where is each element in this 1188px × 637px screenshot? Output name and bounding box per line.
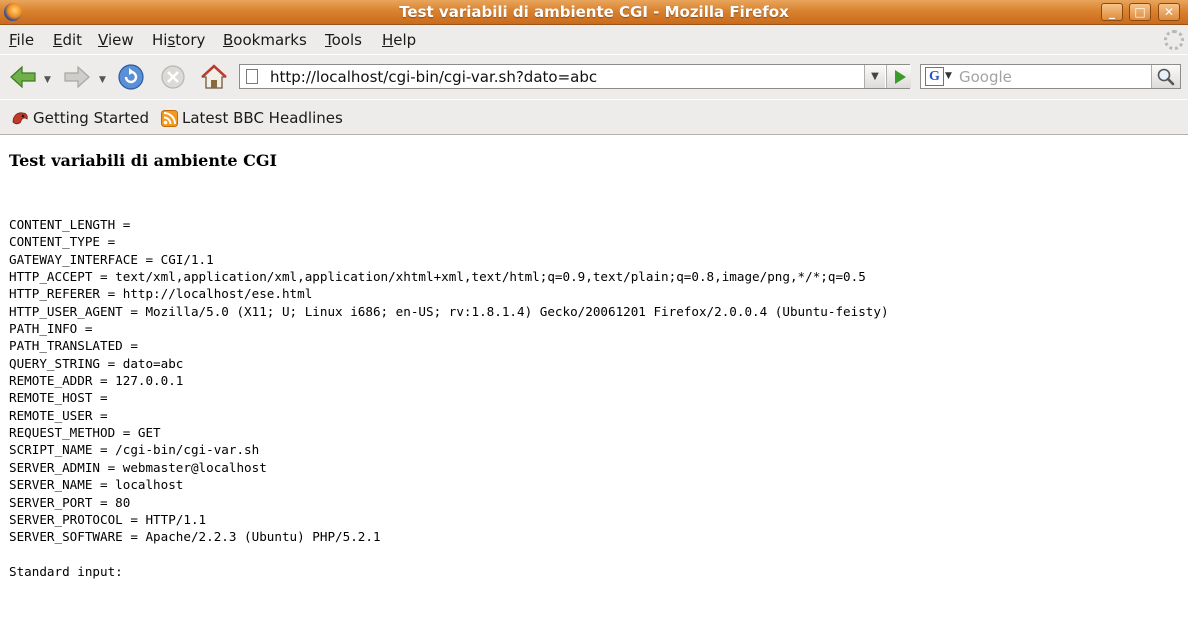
- firefox-bookmark-icon: [12, 112, 28, 125]
- bookmark-getting-started[interactable]: Getting Started: [11, 109, 149, 127]
- page-icon: [246, 69, 258, 84]
- env-variable-row: HTTP_REFERER = http://localhost/ese.html: [9, 286, 313, 302]
- url-bar[interactable]: http://localhost/cgi-bin/cgi-var.sh?dato…: [239, 64, 911, 89]
- google-logo-icon: G: [925, 67, 944, 86]
- home-button[interactable]: [199, 63, 229, 91]
- back-arrow-icon: [10, 65, 36, 89]
- env-variable-row: SCRIPT_NAME = /cgi-bin/cgi-var.sh: [9, 442, 260, 458]
- window-title: Test variabili di ambiente CGI - Mozilla…: [399, 3, 789, 21]
- back-history-dropdown[interactable]: ▼: [44, 75, 51, 85]
- env-variable-row: SERVER_NAME = localhost: [9, 477, 184, 493]
- env-variable-row: SERVER_ADMIN = webmaster@localhost: [9, 459, 267, 475]
- menu-tools[interactable]: Tools: [325, 31, 362, 49]
- page-content: Test variabili di ambiente CGI CONTENT_L…: [0, 135, 1188, 637]
- env-variable-row: HTTP_USER_AGENT = Mozilla/5.0 (X11; U; L…: [9, 303, 889, 319]
- menu-bar: File Edit View History Bookmarks Tools H…: [0, 25, 1188, 54]
- stop-icon: [161, 65, 185, 89]
- search-input[interactable]: [959, 67, 1145, 86]
- menu-edit[interactable]: Edit: [53, 31, 82, 49]
- minimize-button[interactable]: _: [1101, 3, 1123, 21]
- env-variable-row: REMOTE_HOST =: [9, 390, 108, 406]
- menu-bookmarks[interactable]: Bookmarks: [223, 31, 307, 49]
- env-variable-row: PATH_TRANSLATED =: [9, 338, 138, 354]
- env-variable-row: REMOTE_USER =: [9, 407, 108, 423]
- title-bar: Test variabili di ambiente CGI - Mozilla…: [0, 0, 1188, 25]
- search-button[interactable]: [1151, 65, 1180, 88]
- bookmarks-toolbar: Getting Started Latest BBC Headlines: [0, 100, 1188, 135]
- env-variable-row: SERVER_SOFTWARE = Apache/2.2.3 (Ubuntu) …: [9, 529, 381, 545]
- env-variable-row: REMOTE_ADDR = 127.0.0.1: [9, 373, 184, 389]
- env-variable-row: SERVER_PORT = 80: [9, 494, 131, 510]
- env-variable-row: CONTENT_TYPE =: [9, 234, 116, 250]
- env-variable-row: CONTENT_LENGTH =: [9, 217, 131, 232]
- search-bar: G ▼: [920, 64, 1181, 89]
- stop-button[interactable]: [158, 63, 188, 91]
- menu-view[interactable]: View: [98, 31, 134, 49]
- chevron-down-icon: ▼: [945, 71, 952, 81]
- menu-history[interactable]: History: [152, 31, 205, 49]
- env-variable-row: PATH_INFO =: [9, 321, 93, 337]
- env-variable-row: QUERY_STRING = dato=abc: [9, 355, 184, 371]
- url-text[interactable]: http://localhost/cgi-bin/cgi-var.sh?dato…: [270, 68, 597, 86]
- forward-history-dropdown[interactable]: ▼: [99, 75, 106, 85]
- env-variable-row: GATEWAY_INTERFACE = CGI/1.1: [9, 251, 214, 267]
- forward-button[interactable]: [60, 63, 94, 91]
- standard-input-label: Standard input:: [9, 564, 123, 579]
- env-variable-row: SERVER_PROTOCOL = HTTP/1.1: [9, 511, 207, 527]
- reload-icon: [118, 64, 144, 90]
- menu-help[interactable]: Help: [382, 31, 416, 49]
- search-engine-selector[interactable]: G ▼: [923, 67, 955, 86]
- env-variable-row: HTTP_ACCEPT = text/xml,application/xml,a…: [9, 269, 866, 285]
- maximize-button[interactable]: □: [1129, 3, 1151, 21]
- bookmark-latest-bbc-headlines[interactable]: Latest BBC Headlines: [161, 109, 343, 127]
- menu-file[interactable]: File: [9, 31, 34, 49]
- go-arrow-icon: [895, 70, 906, 84]
- reload-button[interactable]: [116, 63, 146, 91]
- throbber-icon: [1164, 30, 1184, 50]
- close-button[interactable]: ✕: [1158, 3, 1180, 21]
- env-variable-list: CONTENT_LENGTH = CONTENT_TYPE = GATEWAY_IN…: [9, 216, 889, 546]
- go-button[interactable]: [886, 65, 911, 88]
- back-button[interactable]: [6, 63, 40, 91]
- home-icon: [201, 64, 227, 89]
- page-heading: Test variabili di ambiente CGI: [9, 151, 277, 170]
- rss-feed-icon: [161, 109, 178, 127]
- url-history-dropdown[interactable]: ▼: [864, 65, 885, 88]
- magnifier-icon: [1157, 68, 1175, 86]
- env-variable-row: REQUEST_METHOD = GET: [9, 425, 161, 441]
- forward-arrow-icon: [64, 65, 90, 89]
